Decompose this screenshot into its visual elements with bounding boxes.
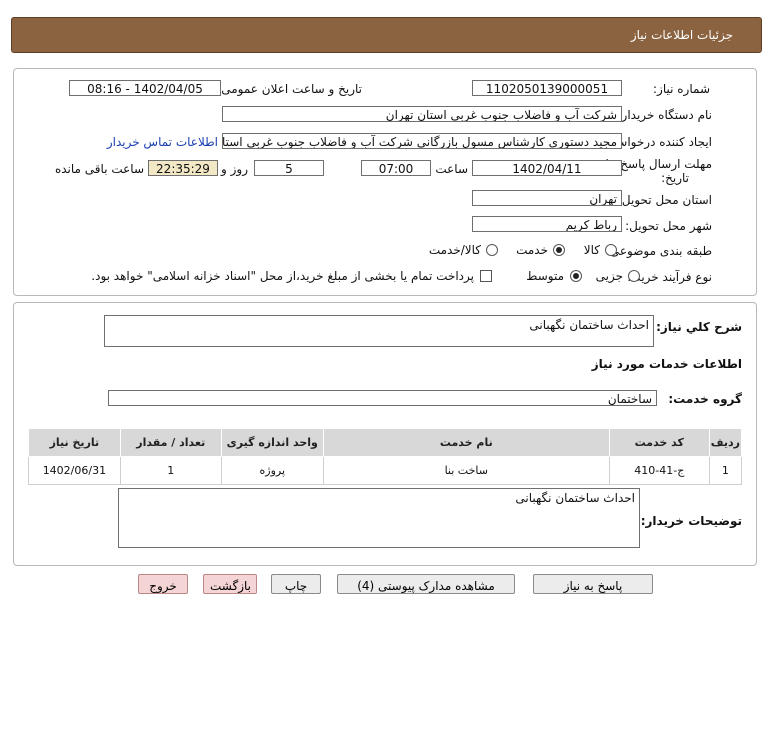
category-option-goods: کالا bbox=[583, 243, 600, 257]
general-description-field: احداث ساختمان نگهبانی bbox=[104, 315, 654, 347]
contact-buyer-link[interactable]: اطلاعات تماس خریدار bbox=[107, 135, 218, 149]
time-label: ساعت bbox=[435, 162, 468, 176]
days-field: 5 bbox=[254, 160, 324, 176]
service-group-field: ساختمان bbox=[108, 390, 657, 406]
remaining-label: ساعت باقی مانده bbox=[54, 162, 144, 176]
cell-row: 1 bbox=[708, 456, 743, 485]
payment-note: پرداخت تمام یا بخشی از مبلغ خرید،از محل … bbox=[91, 269, 474, 283]
category-radio-goods-service[interactable] bbox=[486, 244, 498, 256]
province-label: استان محل تحویل: bbox=[617, 193, 712, 207]
creator-field: مجید دستوری کارشناس مسول بازرگانی شرکت آ… bbox=[222, 133, 622, 149]
buyer-org-label: نام دستگاه خریدار: bbox=[617, 108, 713, 122]
category-radio-service[interactable] bbox=[553, 244, 565, 256]
reply-button[interactable]: پاسخ به نیاز bbox=[533, 574, 653, 594]
col-name-header: نام خدمت bbox=[322, 428, 610, 457]
treasury-payment-checkbox[interactable] bbox=[480, 270, 492, 282]
cell-qty: 1 bbox=[119, 456, 222, 485]
table-header-row: ردیف کد خدمت نام خدمت واحد اندازه گیری ت… bbox=[28, 428, 743, 457]
remaining-time-field: 22:35:29 bbox=[148, 160, 218, 176]
category-option-goods-service: کالا/خدمت bbox=[428, 243, 481, 257]
days-label: روز و bbox=[221, 162, 248, 176]
need-number-label: شماره نیاز: bbox=[653, 82, 710, 96]
col-row-header: ردیف bbox=[708, 428, 743, 457]
general-description-label: شرح کلي نياز: bbox=[656, 320, 742, 334]
city-field: رباط کریم bbox=[472, 216, 622, 232]
services-section-title: اطلاعات خدمات مورد نیاز bbox=[591, 357, 742, 371]
cell-date: 1402/06/31 bbox=[28, 456, 121, 485]
back-button[interactable]: بازگشت bbox=[203, 574, 257, 594]
city-label: شهر محل تحویل: bbox=[625, 219, 712, 233]
process-radio-medium[interactable] bbox=[570, 270, 582, 282]
category-option-service: خدمت bbox=[516, 243, 548, 257]
table-row: 1 ج-41-410 ساخت بنا پروژه 1 1402/06/31 bbox=[28, 456, 743, 485]
buyer-notes-field: احداث ساختمان نگهبانی bbox=[118, 488, 640, 548]
announce-label: تاریخ و ساعت اعلان عمومی: bbox=[217, 82, 362, 96]
need-number-field: 1102050139000051 bbox=[472, 80, 622, 96]
print-button[interactable]: چاپ bbox=[271, 574, 321, 594]
announce-field: 1402/04/05 - 08:16 bbox=[69, 80, 221, 96]
exit-button[interactable]: خروج bbox=[138, 574, 188, 594]
category-radio-goods[interactable] bbox=[605, 244, 617, 256]
process-radio-minor[interactable] bbox=[628, 270, 640, 282]
service-group-label: گروه خدمت: bbox=[668, 392, 742, 406]
col-qty-header: تعداد / مقدار bbox=[119, 428, 222, 457]
cell-code: ج-41-410 bbox=[608, 456, 710, 485]
col-unit-header: واحد اندازه گیری bbox=[220, 428, 324, 457]
deadline-label-2: تاریخ: bbox=[661, 171, 689, 185]
deadline-date-field: 1402/04/11 bbox=[472, 160, 622, 176]
process-option-minor: جزیی bbox=[595, 269, 623, 283]
cell-name: ساخت بنا bbox=[322, 456, 610, 485]
page-header: جزئیات اطلاعات نیاز bbox=[11, 17, 762, 53]
process-option-medium: متوسط bbox=[526, 269, 564, 283]
province-field: تهران bbox=[472, 190, 622, 206]
page-title: جزئیات اطلاعات نیاز bbox=[630, 28, 733, 42]
deadline-time-field: 07:00 bbox=[361, 160, 431, 176]
buyer-org-field: شرکت آب و فاضلاب جنوب غربی استان تهران bbox=[222, 106, 622, 122]
services-table: ردیف کد خدمت نام خدمت واحد اندازه گیری ت… bbox=[28, 428, 743, 485]
category-label: طبقه بندی موضوعی: bbox=[605, 244, 712, 258]
buyer-notes-label: توضیحات خریدار: bbox=[640, 514, 742, 528]
col-code-header: کد خدمت bbox=[608, 428, 710, 457]
info-panel bbox=[13, 68, 757, 296]
col-date-header: تاریخ نیاز bbox=[28, 428, 121, 457]
view-attachments-button[interactable]: مشاهده مدارک پیوستی (4) bbox=[337, 574, 515, 594]
cell-unit: پروژه bbox=[220, 456, 324, 485]
